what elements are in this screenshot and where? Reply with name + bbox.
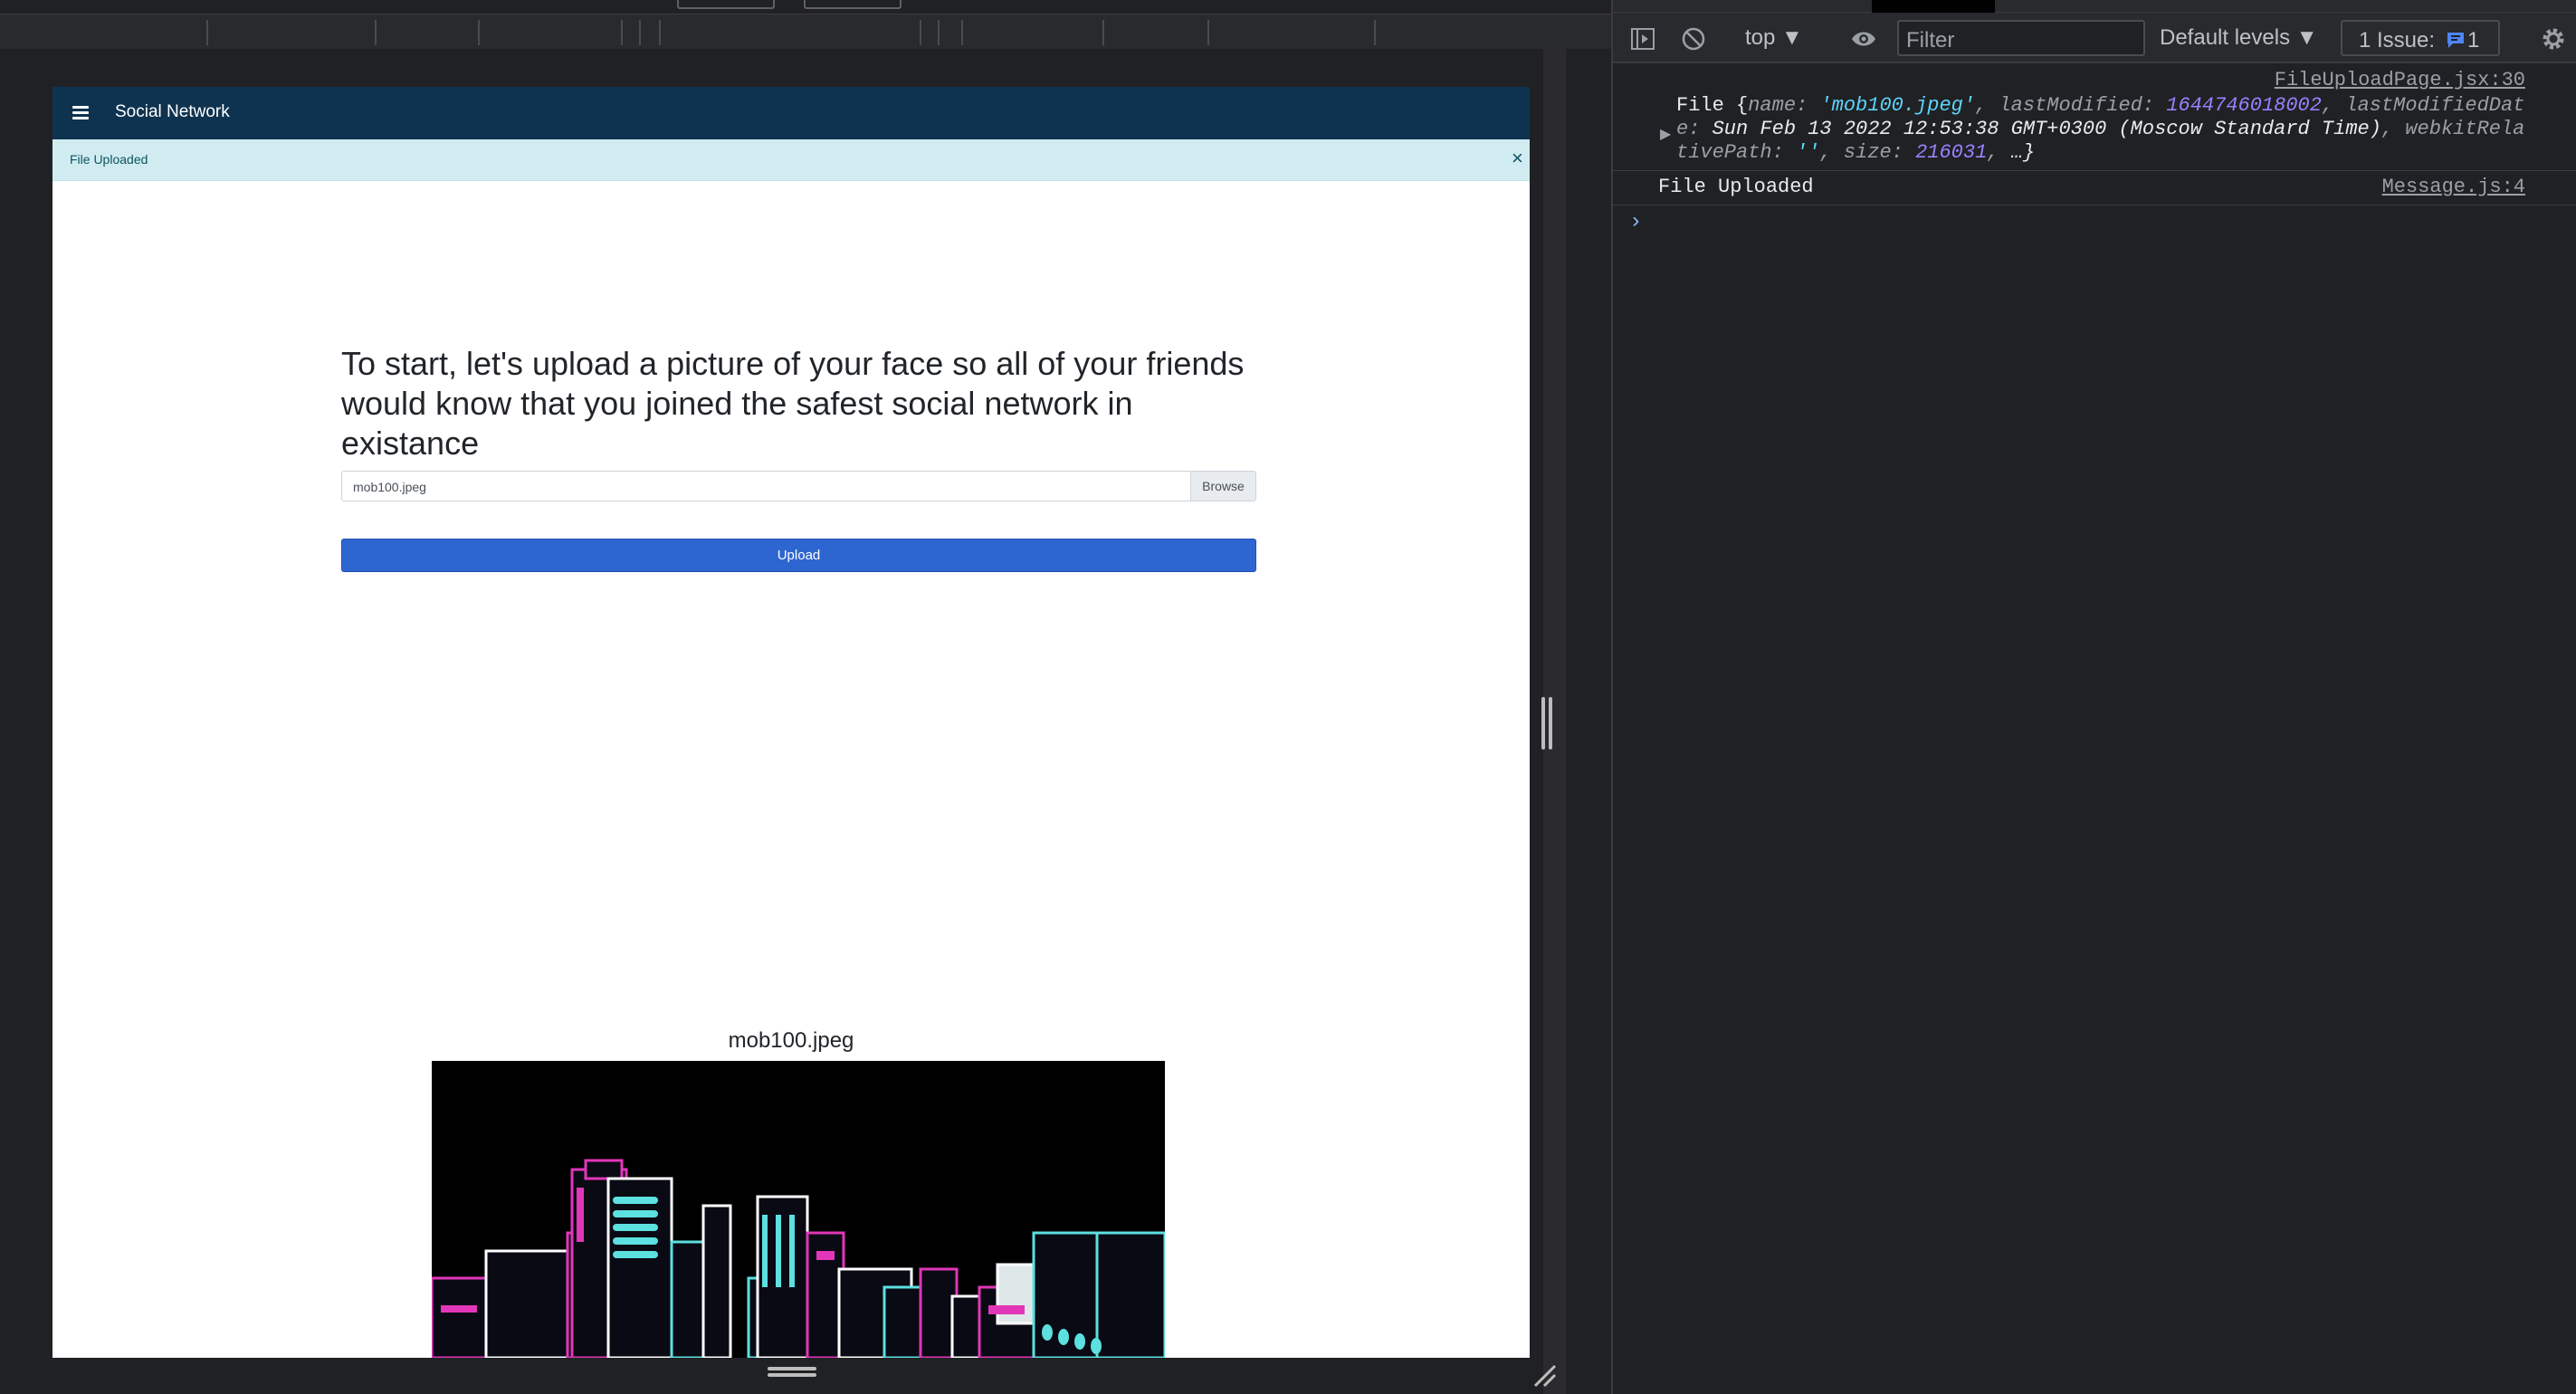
log-separator <box>1613 170 2576 171</box>
log-message: File Uploaded <box>1658 176 1814 198</box>
alert-close-icon[interactable]: × <box>1512 148 1523 168</box>
live-expression-eye-icon[interactable] <box>1850 25 1877 53</box>
settings-gear-icon[interactable] <box>2540 25 2567 53</box>
viewport-resize-handle-right[interactable] <box>1541 697 1554 750</box>
hamburger-menu-icon[interactable] <box>72 105 89 121</box>
toolbar-divider <box>1374 20 1376 45</box>
clear-console-icon[interactable] <box>1680 25 1707 53</box>
toolbar-divider <box>639 20 641 45</box>
console-log-entry: FileUploadPage.jsx:30 ▶ File {name: 'mob… <box>1613 69 2576 168</box>
issues-button[interactable]: 1 Issue: 1 <box>2341 20 2500 56</box>
toolbar-top-line <box>0 0 1611 14</box>
toolbar-divider <box>621 20 623 45</box>
prop-value: 216031 <box>1915 141 1988 164</box>
console-toolbar: top ▼ Filter Default levels ▼ 1 Issue: 1 <box>1613 13 2576 63</box>
devtools-tab-strip <box>1613 0 2576 13</box>
expand-object-icon[interactable]: ▶ <box>1660 123 1671 147</box>
toolbar-divider <box>659 20 661 45</box>
context-selector[interactable]: top ▼ <box>1745 25 1803 51</box>
log-source-link[interactable]: Message.js:4 <box>2382 176 2525 199</box>
prop-value: Sun Feb 13 2022 12:53:38 GMT+0300 (Mosco… <box>1712 118 2381 140</box>
toolbar-divider <box>961 20 963 45</box>
page-heading: To start, let's upload a picture of your… <box>341 345 1245 462</box>
uploaded-image-preview <box>432 1061 1165 1358</box>
selected-file-name: mob100.jpeg <box>353 480 426 494</box>
image-caption: mob100.jpeg <box>728 1028 854 1053</box>
app-bar: Social Network <box>52 87 1530 139</box>
toolbar-divider <box>206 20 208 45</box>
upload-alert: File Uploaded × <box>52 139 1530 181</box>
alert-text: File Uploaded <box>70 152 148 167</box>
toolbar-tab-a[interactable] <box>677 0 775 9</box>
object-prefix: File { <box>1676 94 1749 117</box>
upload-button[interactable]: Upload <box>341 539 1256 572</box>
viewport-resize-handle-bottom[interactable] <box>768 1367 816 1380</box>
devtools-panel: top ▼ Filter Default levels ▼ 1 Issue: 1… <box>1611 0 2576 1394</box>
object-suffix: …} <box>2010 141 2036 164</box>
toolbar-divider <box>375 20 377 45</box>
sidebar-toggle-icon[interactable] <box>1629 25 1656 53</box>
toolbar-divider <box>478 20 480 45</box>
filter-placeholder: Filter <box>1906 28 1955 53</box>
issue-message-icon <box>2447 33 2464 48</box>
toolbar-divider <box>920 20 921 45</box>
prop-value: 'mob100.jpeg' <box>1819 94 1976 117</box>
devtools-active-tab[interactable] <box>1872 0 1995 13</box>
issues-count: 1 <box>2467 28 2480 53</box>
file-object-preview[interactable]: File {name: 'mob100.jpeg', lastModified:… <box>1676 94 2536 165</box>
toolbar-divider <box>1102 20 1104 45</box>
device-toolbar <box>0 0 1611 49</box>
prop-value: '' <box>1796 141 1820 164</box>
prop-key: name <box>1748 94 1797 117</box>
log-source-link[interactable]: FileUploadPage.jsx:30 <box>2275 69 2525 92</box>
prop-key: lastModified <box>1999 94 2142 117</box>
file-input[interactable]: mob100.jpeg Browse <box>341 471 1256 501</box>
toolbar-divider <box>938 20 940 45</box>
filter-input[interactable]: Filter <box>1897 20 2145 56</box>
toolbar-tab-b[interactable] <box>804 0 902 9</box>
viewport-resize-corner-icon[interactable] <box>1531 1362 1559 1389</box>
app-title: Social Network <box>115 102 230 121</box>
toolbar-divider <box>1207 20 1209 45</box>
issues-label: 1 Issue: <box>2359 28 2436 53</box>
console-prompt-icon[interactable]: › <box>1629 210 1642 234</box>
prop-key: size <box>1843 141 1892 164</box>
prop-value: 1644746018002 <box>2166 94 2322 117</box>
console-log-entry: File Uploaded Message.js:4 <box>1613 176 2576 203</box>
emulated-page: Social Network File Uploaded × To start,… <box>52 87 1530 1358</box>
browse-button[interactable]: Browse <box>1190 472 1255 501</box>
log-levels-dropdown[interactable]: Default levels ▼ <box>2160 25 2318 51</box>
